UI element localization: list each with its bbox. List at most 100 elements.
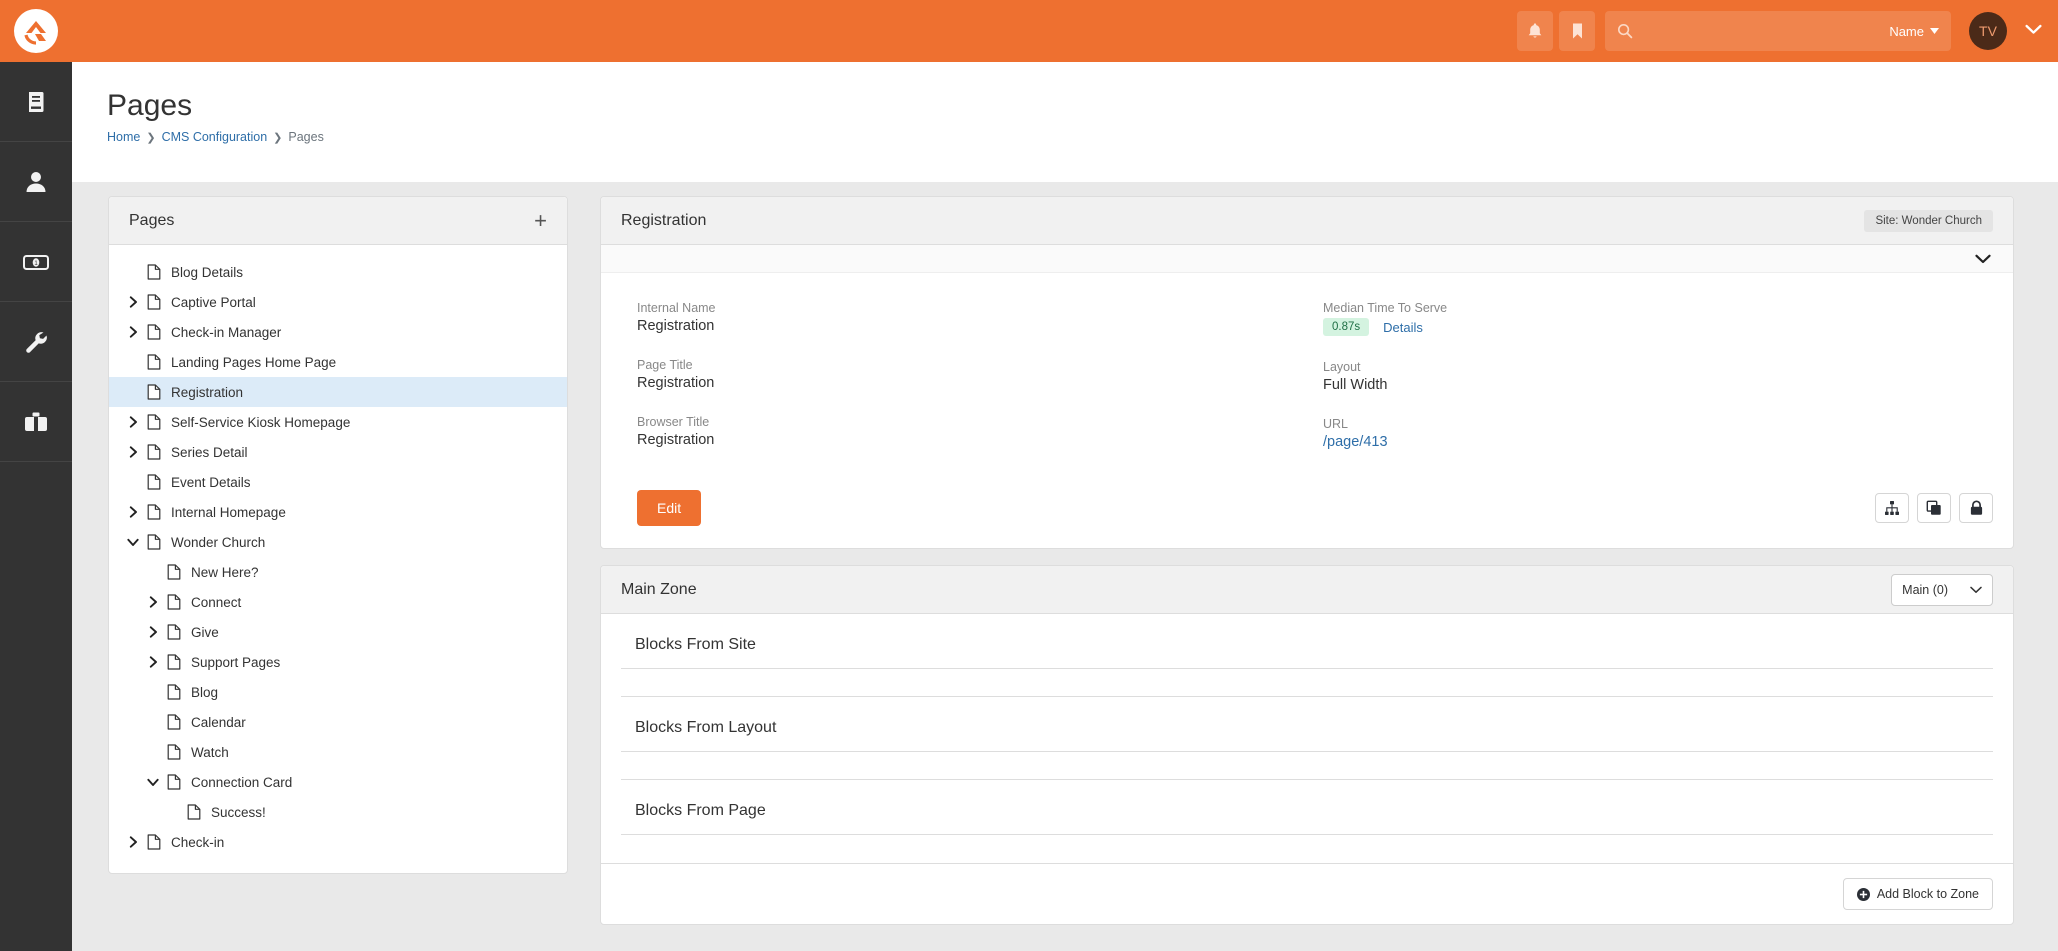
breadcrumb-home[interactable]: Home xyxy=(107,130,140,144)
search-icon xyxy=(1617,23,1633,39)
tree-item[interactable]: Connection Card xyxy=(109,767,567,797)
tree-item-label: Calendar xyxy=(191,714,246,730)
add-block-to-zone-button[interactable]: Add Block to Zone xyxy=(1842,878,1993,910)
page-header: Pages Home ❯ CMS Configuration ❯ Pages xyxy=(72,62,2058,182)
tree-item[interactable]: Connect xyxy=(109,587,567,617)
rail-item-tools[interactable] xyxy=(0,302,72,382)
document-icon xyxy=(163,744,185,760)
tree-item[interactable]: Success! xyxy=(109,797,567,827)
security-button[interactable] xyxy=(1959,493,1993,523)
tree-item-label: Give xyxy=(191,624,219,640)
chevron-right-icon[interactable] xyxy=(123,836,143,848)
chevron-right-icon[interactable] xyxy=(123,326,143,338)
breadcrumb-separator: ❯ xyxy=(146,131,156,144)
tree-item[interactable]: Blog Details xyxy=(109,257,567,287)
tree-item-label: Landing Pages Home Page xyxy=(171,354,337,370)
search-scope-dropdown[interactable]: Name xyxy=(1889,24,1939,39)
tree-item-label: Support Pages xyxy=(191,654,281,670)
chevron-right-icon[interactable] xyxy=(123,416,143,428)
plus-circle-icon xyxy=(1856,887,1870,901)
detail-right-column: Median Time To Serve 0.87s Details Layou… xyxy=(1307,301,1993,474)
edit-button[interactable]: Edit xyxy=(637,490,702,526)
toolbox-icon xyxy=(25,412,47,431)
sitemap-button[interactable] xyxy=(1875,493,1909,523)
user-menu-button[interactable] xyxy=(2025,22,2042,40)
document-icon xyxy=(183,804,205,820)
document-icon xyxy=(143,324,165,340)
detail-icon-buttons xyxy=(1875,493,1993,523)
document-icon xyxy=(143,504,165,520)
zone-select-value: Main (0) xyxy=(1902,582,1948,597)
zone-section-spacer xyxy=(621,835,1993,863)
chevron-right-icon[interactable] xyxy=(143,596,163,608)
document-icon xyxy=(163,594,185,610)
chevron-right-icon[interactable] xyxy=(123,506,143,518)
tree-item[interactable]: Self-Service Kiosk Homepage xyxy=(109,407,567,437)
notifications-button[interactable] xyxy=(1517,11,1553,51)
tree-item[interactable]: Event Details xyxy=(109,467,567,497)
tree-item[interactable]: Give xyxy=(109,617,567,647)
bookmarks-button[interactable] xyxy=(1559,11,1595,51)
collapse-toggle[interactable] xyxy=(601,245,2013,273)
field-label: URL xyxy=(1323,417,1349,431)
zone-section-spacer xyxy=(621,669,1993,697)
zone-card: Main Zone Main (0) Blocks From Site Bloc… xyxy=(600,565,2014,925)
rail-item-finance[interactable]: 1 xyxy=(0,222,72,302)
add-block-label: Add Block to Zone xyxy=(1876,887,1979,901)
tree-item[interactable]: Blog xyxy=(109,677,567,707)
chevron-right-icon[interactable] xyxy=(123,446,143,458)
tree-item[interactable]: New Here? xyxy=(109,557,567,587)
tree-item[interactable]: Wonder Church xyxy=(109,527,567,557)
add-page-button[interactable]: + xyxy=(534,209,547,232)
tree-item[interactable]: Series Detail xyxy=(109,437,567,467)
field-browser-title: Browser Title Registration xyxy=(637,415,1307,448)
avatar[interactable]: TV xyxy=(1969,12,2007,50)
document-icon xyxy=(163,564,185,580)
avatar-initials: TV xyxy=(1979,23,1997,39)
tree-item-label: Event Details xyxy=(171,474,251,490)
search-input[interactable] xyxy=(1643,23,1890,39)
tree-item-label: Check-in xyxy=(171,834,225,850)
tree-item[interactable]: Watch xyxy=(109,737,567,767)
tree-item[interactable]: Support Pages xyxy=(109,647,567,677)
status-badge: 0.87s xyxy=(1323,318,1370,336)
field-value: Registration xyxy=(637,318,715,334)
zone-select[interactable]: Main (0) xyxy=(1891,573,1993,606)
tree-item[interactable]: Landing Pages Home Page xyxy=(109,347,567,377)
zone-section-title: Blocks From Site xyxy=(635,636,756,653)
tree-item[interactable]: Check-in Manager xyxy=(109,317,567,347)
chevron-down-icon xyxy=(1975,254,1991,263)
field-label: Internal Name xyxy=(637,301,716,315)
tree-item[interactable]: Captive Portal xyxy=(109,287,567,317)
copy-icon xyxy=(1926,500,1941,515)
rail-item-admin[interactable] xyxy=(0,382,72,462)
chevron-right-icon[interactable] xyxy=(143,656,163,668)
search-box[interactable]: Name xyxy=(1605,11,1951,51)
tree-item[interactable]: Calendar xyxy=(109,707,567,737)
breadcrumb-cms-configuration[interactable]: CMS Configuration xyxy=(162,130,268,144)
tree-item[interactable]: Internal Homepage xyxy=(109,497,567,527)
chevron-down-icon[interactable] xyxy=(143,778,163,787)
chevron-right-icon[interactable] xyxy=(143,626,163,638)
copy-button[interactable] xyxy=(1917,493,1951,523)
rail-item-cms[interactable] xyxy=(0,62,72,142)
document-icon xyxy=(163,624,185,640)
tree-item[interactable]: Check-in xyxy=(109,827,567,857)
tree-item-label: Connect xyxy=(191,594,242,610)
page-url-link[interactable]: /page/413 xyxy=(1323,434,1388,450)
topbar-actions: Name TV xyxy=(1517,11,2058,51)
bell-icon xyxy=(1528,23,1542,38)
document-icon xyxy=(143,294,165,310)
tree-item[interactable]: Registration xyxy=(109,377,567,407)
rail-item-people[interactable] xyxy=(0,142,72,222)
performance-details-link[interactable]: Details xyxy=(1383,320,1423,335)
logo[interactable] xyxy=(0,0,72,62)
zone-section-title: Blocks From Page xyxy=(635,802,766,819)
zone-header: Main Zone Main (0) xyxy=(601,566,2013,614)
page-detail-actions: Edit xyxy=(601,484,2013,548)
chevron-down-icon xyxy=(2025,24,2042,34)
chevron-down-icon[interactable] xyxy=(123,538,143,547)
chevron-right-icon[interactable] xyxy=(123,296,143,308)
bookmark-icon xyxy=(1572,23,1582,39)
page-detail-card: Registration Site: Wonder Church Interna… xyxy=(600,196,2014,549)
